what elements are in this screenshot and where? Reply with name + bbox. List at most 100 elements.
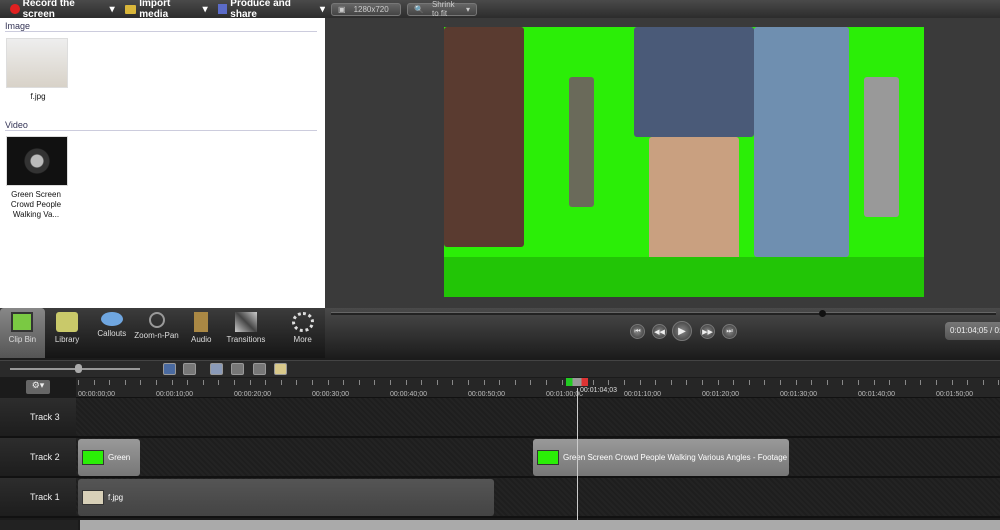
ruler-tick [639,380,641,385]
ruler-tick [530,380,532,385]
split-button[interactable] [231,363,244,375]
ruler-tick [327,380,329,385]
paste-button[interactable] [274,363,287,375]
ruler-tick [265,380,267,385]
transitions-icon [234,312,257,332]
search-icon: 🔍 [414,4,424,14]
ruler-tick [748,380,750,385]
ruler-tick [967,380,969,385]
section-video: Video [5,120,317,131]
ruler-tick [670,380,672,385]
time-ruler[interactable]: 00:00:00;00 00:00:10;00 00:00:20;00 00:00:3… [76,378,1000,398]
ruler-tick [920,380,922,385]
ruler-tick [187,380,189,385]
tab-transitions[interactable]: Transitions [224,308,269,358]
folder-icon [56,312,79,332]
track-lane[interactable] [76,398,1000,436]
zoom-slider-thumb[interactable] [75,364,82,373]
image-name: f.jpg [30,92,46,101]
ruler-tick [468,380,469,385]
undo-button[interactable] [163,363,176,375]
clip-bin: Image f.jpg Video Green Screen Crowd Peo… [0,18,325,308]
ruler-tick [234,380,235,385]
seek-bar[interactable] [331,312,996,315]
image-thumbnail[interactable] [6,38,68,88]
ruler-tick [249,380,251,385]
fast-forward-button[interactable]: ▶▶ [700,324,715,339]
track-height-slider[interactable] [0,520,78,530]
ruler-tick [702,380,703,385]
playhead-line [577,388,578,520]
video-thumbnail[interactable] [6,136,68,186]
import-media-button[interactable]: Import media ▾ [124,0,208,20]
ruler-tick-label: 00:00:00;00 [78,391,115,398]
record-screen-button[interactable]: Record the screen ▾ [10,0,115,20]
cut-button[interactable] [210,363,223,375]
track-lane[interactable]: Green Green Screen Crowd People Walking … [76,438,1000,476]
ruler-tick [390,380,391,385]
tab-audio[interactable]: Audio [179,308,224,358]
tab-callouts[interactable]: Callouts [89,308,134,358]
play-button[interactable]: ▶ [672,321,692,341]
track-lane[interactable]: f.jpg [76,478,1000,516]
seek-thumb[interactable] [819,310,826,317]
ruler-tick [483,380,485,385]
ruler-tick [717,380,719,385]
track-label: Track 1 [0,478,76,516]
timecode: 0:01:04;05 / 0:0 [945,322,1000,340]
playhead-handle[interactable] [566,378,588,386]
timeline-clip[interactable]: Green [78,439,140,476]
video-name: Green Screen Crowd People Walking Va... [10,190,62,219]
ruler-tick [733,380,735,385]
tab-more[interactable]: More [280,308,325,358]
tab-clip-bin[interactable]: Clip Bin [0,308,45,358]
ruler-tick [546,380,547,385]
playhead-time: 00:01:04;03 [580,387,617,394]
ruler-tick [624,380,625,385]
ruler-tick [312,380,313,385]
video-canvas [444,27,924,297]
callout-icon [100,312,123,326]
track-label: Track 2 [0,438,76,476]
dimensions-button[interactable]: ▣ 1280x720 [331,2,401,16]
copy-button[interactable] [253,363,266,375]
ruler-tick-label: 00:00:50;00 [468,391,505,398]
record-icon [10,4,20,14]
ruler-tick [998,380,1000,385]
ruler-tick-label: 00:01:40;00 [858,391,895,398]
ruler-tick [156,380,157,385]
zoom-dropdown[interactable]: 🔍 Shrink to fit ▾ [407,0,477,18]
timeline-clip[interactable]: Green Screen Crowd People Walking Variou… [533,439,789,476]
ruler-tick [374,380,376,385]
ruler-tick [405,380,407,385]
ruler-tick [421,380,423,385]
track-2: Track 2 Green Green Screen Crowd People … [0,438,1000,478]
more-icon [291,312,314,332]
timeline-toolbar [0,360,1000,377]
track-1: Track 1 f.jpg [0,478,1000,518]
redo-button[interactable] [183,363,196,375]
ruler-tick-label: 00:00:30;00 [312,391,349,398]
jump-end-button[interactable]: ⏭ [722,324,737,339]
ruler-tick [452,380,454,385]
ruler-tick [858,380,859,385]
clip-thumbnail [82,490,104,505]
ruler-tick [873,380,875,385]
preview-toolbar: ▣ 1280x720 🔍 Shrink to fit ▾ [325,0,1000,18]
produce-share-button[interactable]: Produce and share ▾ [217,0,325,20]
ruler-tick [904,380,906,385]
jump-start-button[interactable]: ⏮ [630,324,645,339]
rewind-button[interactable]: ◀◀ [652,324,667,339]
speaker-icon [194,312,209,332]
ruler-tick-label: 00:01:30;00 [780,391,817,398]
settings-gear-button[interactable]: ⚙▾ [26,380,50,394]
horizontal-scrollbar[interactable] [80,520,1000,530]
tab-zoom-n-pan[interactable]: Zoom-n-Pan [134,308,179,358]
ruler-tick-label: 00:01:20;00 [702,391,739,398]
ruler-tick [780,380,781,385]
resize-icon: ▣ [338,4,346,14]
tab-library[interactable]: Library [45,308,90,358]
timeline-clip[interactable]: f.jpg [78,479,494,516]
ruler-tick [982,380,984,385]
ruler-tick [514,380,516,385]
